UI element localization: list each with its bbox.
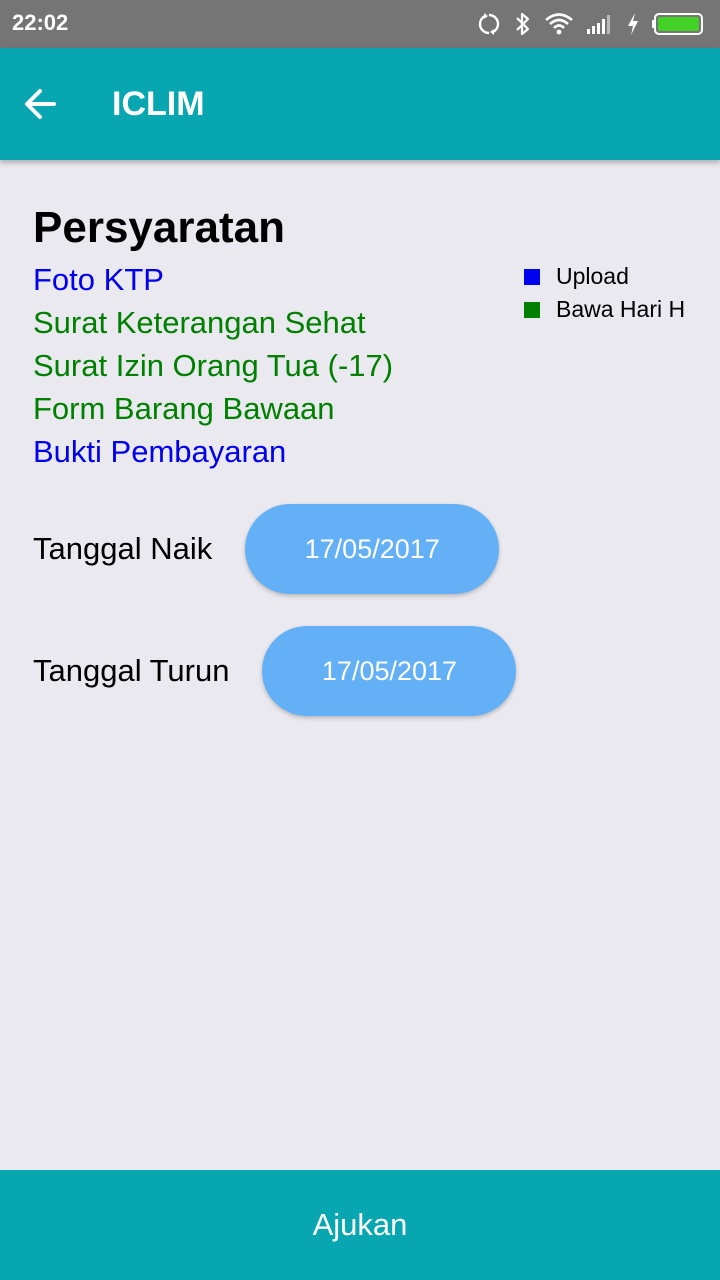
legend-swatch-upload <box>524 268 540 285</box>
legend-label-upload: Upload <box>556 263 629 289</box>
app-title: ICLIM <box>112 85 205 123</box>
date-row-naik: Tanggal Naik 17/05/2017 <box>33 504 500 594</box>
legend-swatch-bawa-hari-h <box>524 301 540 318</box>
status-icons <box>476 10 708 38</box>
legend-item-upload: Upload <box>524 260 685 293</box>
requirement-item-foto-ktp: Foto KTP <box>33 262 164 297</box>
legend-item-bawa-hari-h: Bawa Hari H <box>524 293 685 326</box>
requirement-item-surat-izin-orang-tua: Surat Izin Orang Tua (-17) <box>33 348 394 383</box>
requirements-heading: Persyaratan <box>33 203 285 252</box>
legend-label-bawa-hari-h: Bawa Hari H <box>556 296 686 322</box>
wifi-icon <box>544 12 574 36</box>
app-bar: ICLIM <box>0 48 720 160</box>
tanggal-naik-label: Tanggal Naik <box>33 531 213 566</box>
status-time: 22:02 <box>12 10 69 35</box>
sync-icon <box>476 11 502 37</box>
requirement-item-form-barang-bawaan: Form Barang Bawaan <box>33 391 335 426</box>
requirement-item-bukti-pembayaran: Bukti Pembayaran <box>33 434 287 469</box>
charging-icon <box>626 12 640 36</box>
tanggal-turun-label: Tanggal Turun <box>33 653 230 688</box>
tanggal-naik-button[interactable]: 17/05/2017 <box>245 504 500 594</box>
tanggal-turun-button[interactable]: 17/05/2017 <box>262 626 517 716</box>
requirement-item-surat-keterangan-sehat: Surat Keterangan Sehat <box>33 305 366 340</box>
ajukan-button[interactable]: Ajukan <box>0 1170 720 1280</box>
bluetooth-icon <box>514 11 532 37</box>
status-bar: 22:02 <box>0 0 720 48</box>
requirements-list: Foto KTP Surat Keterangan Sehat Surat Iz… <box>33 258 393 473</box>
signal-icon <box>586 13 614 35</box>
battery-icon <box>652 11 708 37</box>
date-row-turun: Tanggal Turun 17/05/2017 <box>33 626 517 716</box>
arrow-left-icon <box>22 86 58 126</box>
back-button[interactable] <box>18 84 62 128</box>
legend: Upload Bawa Hari H <box>524 260 685 326</box>
